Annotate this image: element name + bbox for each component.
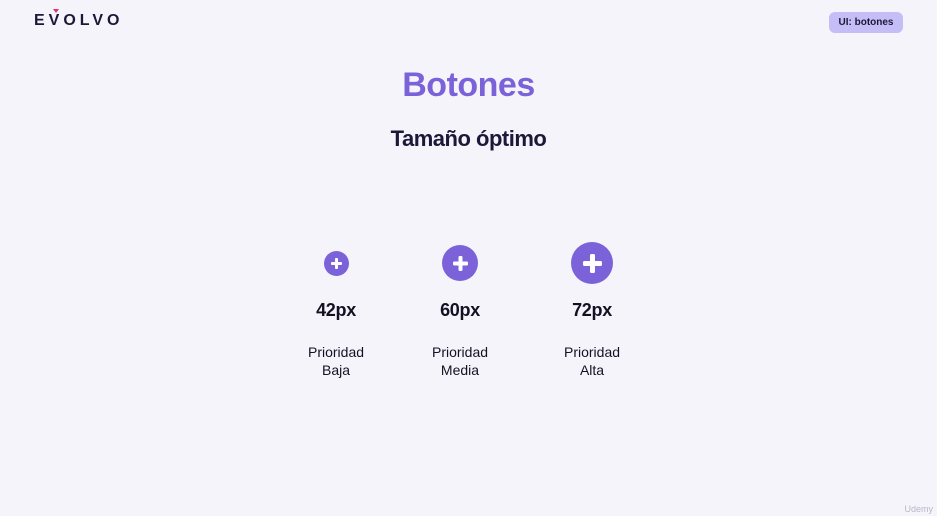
plus-button-medium[interactable] bbox=[442, 245, 478, 281]
heart-icon bbox=[53, 9, 59, 13]
plus-icon bbox=[582, 253, 602, 273]
priority-line-2: Media bbox=[440, 362, 480, 378]
size-column-small: 42px Prioridad Baja bbox=[276, 238, 396, 379]
priority-line-2: Baja bbox=[321, 362, 351, 378]
priority-label-large: Prioridad Alta bbox=[564, 343, 620, 379]
plus-icon bbox=[452, 255, 468, 271]
priority-line-1: Prioridad bbox=[431, 344, 489, 360]
size-label-medium: 60px bbox=[440, 300, 480, 320]
page-subtitle: Tamaño óptimo bbox=[390, 126, 547, 151]
size-column-large: 72px Prioridad Alta bbox=[532, 238, 652, 379]
size-label-small: 42px bbox=[316, 300, 356, 320]
priority-label-small: Prioridad Baja bbox=[308, 343, 364, 379]
page-title: Botones bbox=[402, 66, 535, 104]
priority-line-1: Prioridad bbox=[307, 344, 365, 360]
plus-icon bbox=[330, 257, 342, 269]
ui-botones-tag-button[interactable]: UI: botones bbox=[829, 12, 903, 33]
size-column-medium: 60px Prioridad Media bbox=[400, 238, 520, 379]
priority-line-1: Prioridad bbox=[563, 344, 621, 360]
plus-button-large[interactable] bbox=[571, 242, 613, 284]
slide: EV OLVO UI: botones Botones Tamaño óptimo… bbox=[0, 0, 937, 516]
plus-button-small[interactable] bbox=[323, 250, 349, 276]
udemy-watermark: Udemy bbox=[904, 504, 933, 514]
priority-line-2: Alta bbox=[579, 362, 605, 378]
size-label-large: 72px bbox=[572, 300, 612, 320]
evolvo-logo: EV OLVO bbox=[34, 9, 124, 30]
priority-label-medium: Prioridad Media bbox=[432, 343, 488, 379]
